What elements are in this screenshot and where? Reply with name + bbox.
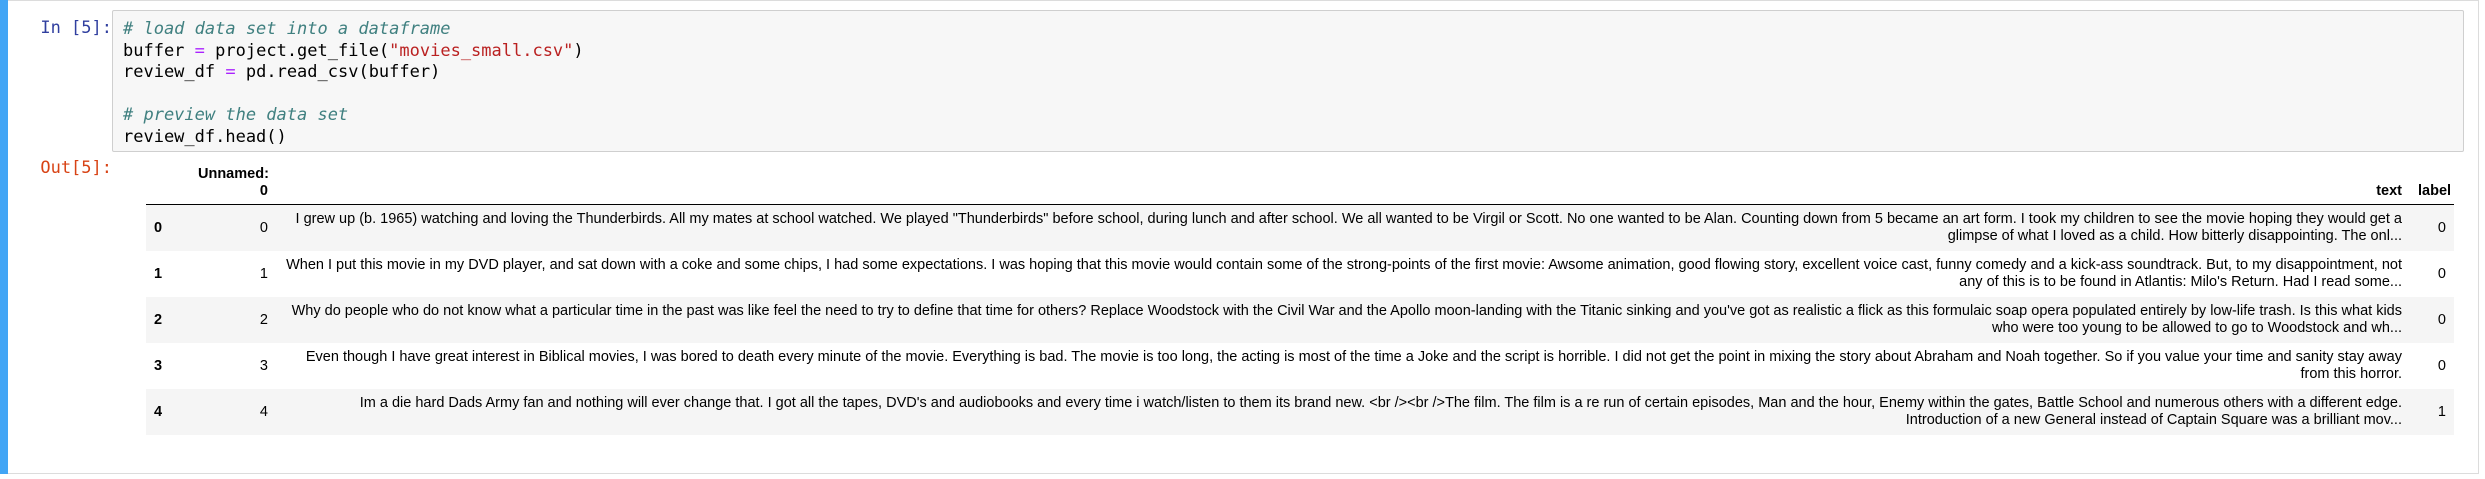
cell-text: Why do people who do not know what a par…: [291, 302, 2402, 336]
code-expr: project.get_file(: [215, 40, 390, 61]
row-index: 0: [154, 219, 163, 236]
table-row: 2 2 Why do people who do not know what a…: [146, 296, 2454, 343]
cell-label: 0: [2437, 265, 2446, 282]
index-header: [146, 160, 190, 205]
code-var: review_df: [123, 62, 216, 82]
code-string: "movies_small.csv": [389, 40, 574, 61]
code-operator: =: [194, 40, 205, 61]
input-prompt: In [5]:: [40, 18, 112, 38]
cell-label: 0: [2437, 219, 2446, 236]
cell-text: Im a die hard Dads Army fan and nothing …: [359, 394, 2402, 428]
cell-text: Even though I have great interest in Bib…: [305, 348, 2402, 382]
code-expr: pd.read_csv(buffer): [245, 62, 441, 82]
column-header: Unnamed: 0: [190, 160, 276, 205]
code-operator: =: [225, 62, 236, 82]
output-area: Unnamed: 0 text label 0 0 I grew up (b. …: [146, 160, 2466, 435]
cell-label: 1: [2437, 403, 2446, 420]
table-row: 4 4 Im a die hard Dads Army fan and noth…: [146, 388, 2454, 435]
cell-label: 0: [2437, 311, 2446, 328]
table-row: 1 1 When I put this movie in my DVD play…: [146, 251, 2454, 297]
table-row: 0 0 I grew up (b. 1965) watching and lov…: [146, 204, 2454, 251]
table-row: 3 3 Even though I have great interest in…: [146, 343, 2454, 389]
output-prompt: Out[5]:: [40, 158, 112, 178]
column-header: label: [2410, 160, 2454, 205]
row-index: 1: [154, 265, 163, 282]
code-comment: # load data set into a dataframe: [123, 19, 451, 39]
cell-unnamed: 0: [259, 219, 268, 236]
row-index: 4: [154, 403, 163, 420]
code-line: review_df.head(): [123, 126, 287, 147]
cell-unnamed: 3: [259, 357, 268, 374]
cell-text: I grew up (b. 1965) watching and loving …: [295, 210, 2402, 244]
table-header-row: Unnamed: 0 text label: [146, 160, 2454, 205]
cell-label: 0: [2437, 357, 2446, 374]
cell-unnamed: 4: [259, 403, 268, 420]
code-tail: ): [573, 40, 584, 61]
dataframe-table: Unnamed: 0 text label 0 0 I grew up (b. …: [146, 160, 2454, 435]
column-header: text: [276, 160, 2410, 205]
row-index: 3: [154, 357, 163, 374]
cell-text: When I put this movie in my DVD player, …: [286, 256, 2402, 290]
row-index: 2: [154, 311, 163, 328]
code-var: buffer: [123, 40, 185, 61]
code-editor[interactable]: # load data set into a dataframe buffer …: [112, 10, 2464, 152]
code-text[interactable]: # load data set into a dataframe buffer …: [123, 19, 584, 148]
cell-unnamed: 1: [259, 265, 268, 282]
cell-unnamed: 2: [259, 311, 268, 328]
code-comment: # preview the data set: [123, 105, 349, 125]
